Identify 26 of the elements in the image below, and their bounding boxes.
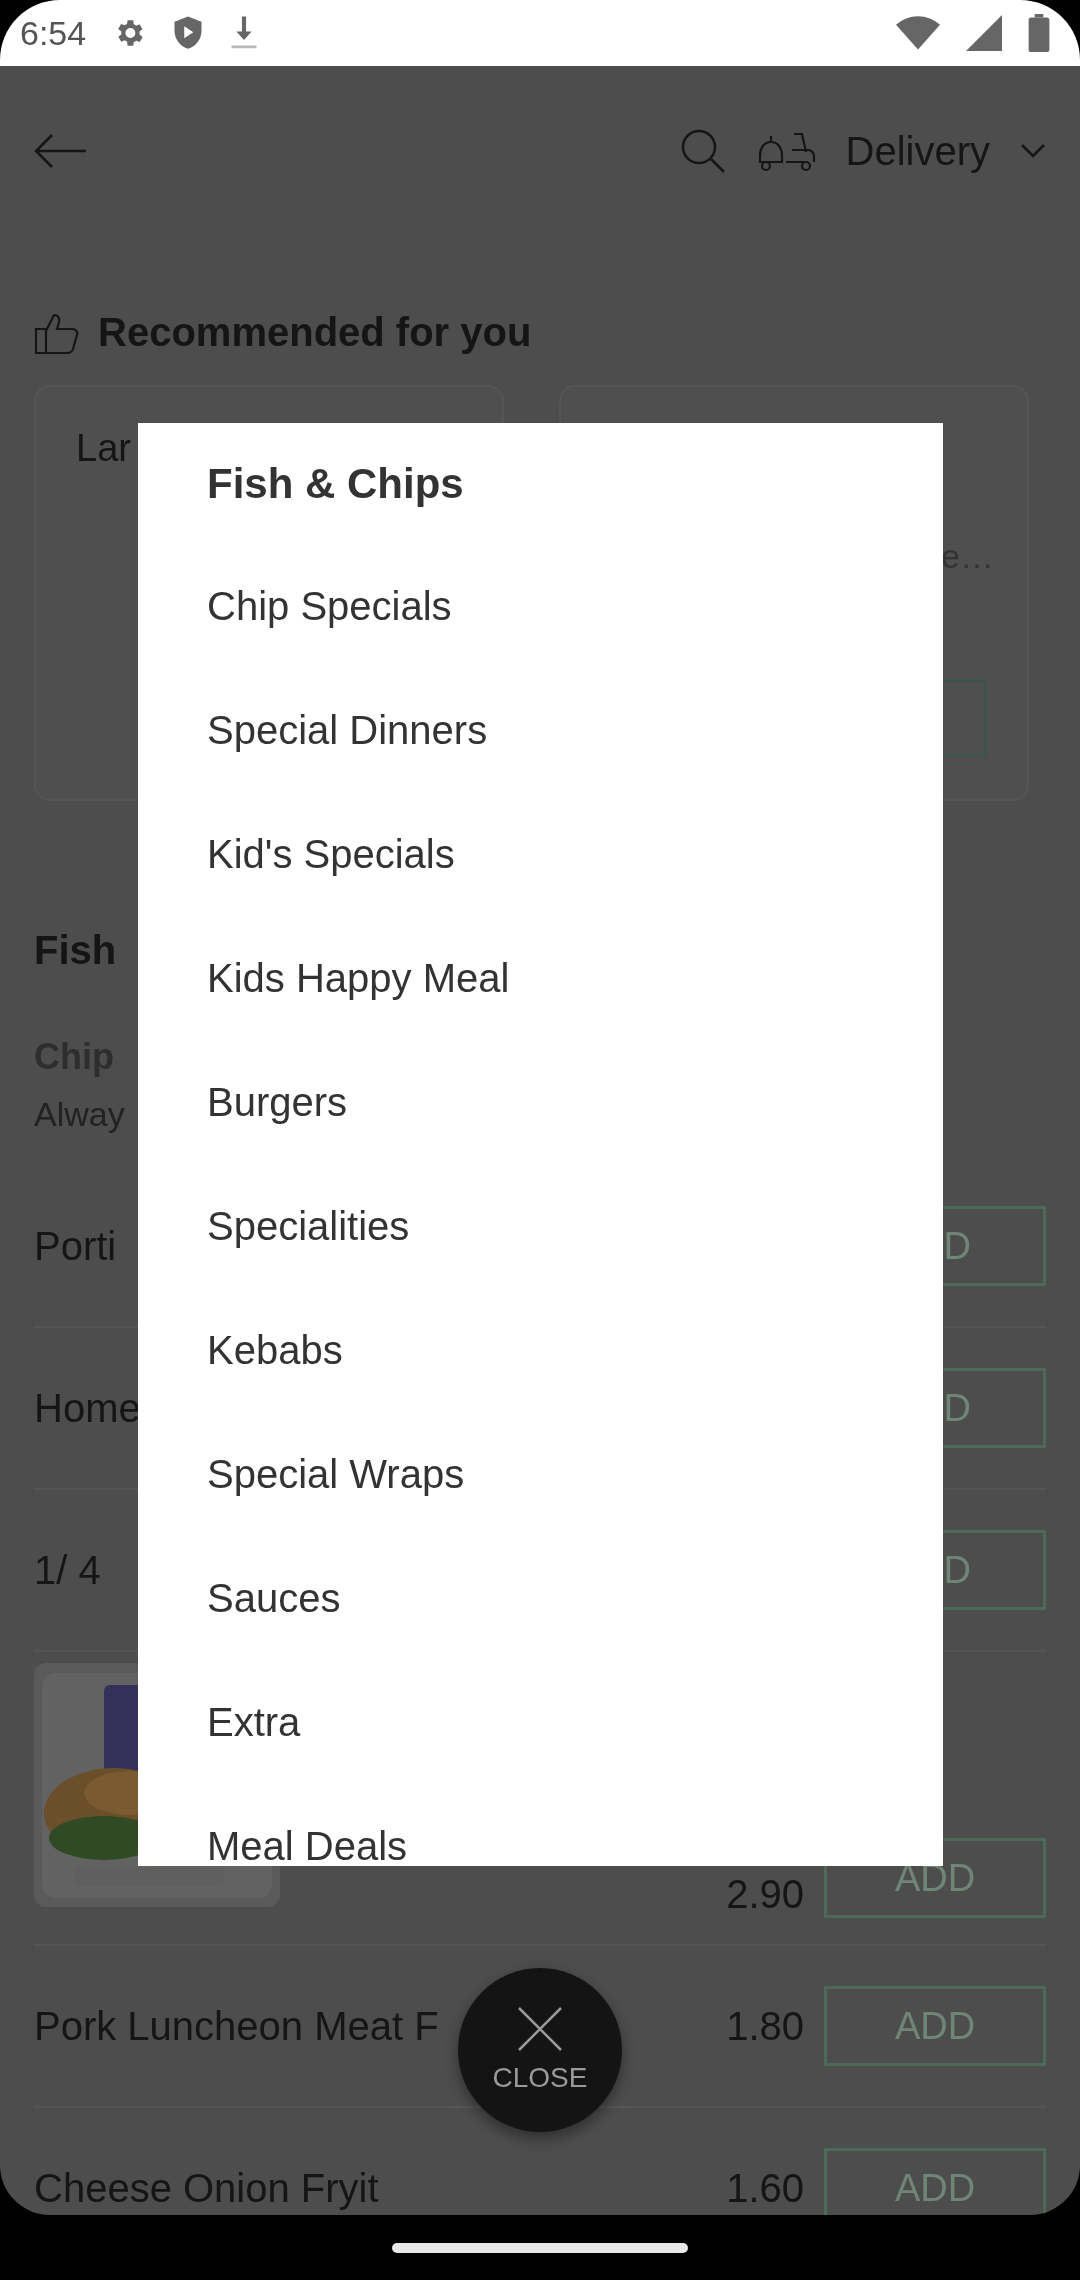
- battery-icon: [1028, 14, 1050, 52]
- category-item[interactable]: Kebabs: [207, 1331, 943, 1369]
- shield-play-icon: [172, 15, 205, 51]
- close-icon: [517, 2006, 563, 2052]
- download-icon: [230, 15, 259, 51]
- item-price: 2.90: [726, 1874, 804, 1914]
- item-price: 1.80: [726, 2003, 804, 2049]
- item-name: Pork Luncheon Meat F: [34, 2003, 439, 2049]
- chevron-down-icon[interactable]: [1020, 143, 1046, 159]
- section-title: Recommended for you: [98, 310, 532, 355]
- category-title: Fish: [34, 928, 117, 973]
- item-name: Porti: [34, 1223, 117, 1269]
- product-name: Lar: [76, 427, 131, 470]
- item-price: 1.60: [726, 2165, 804, 2211]
- wifi-icon: [896, 16, 940, 50]
- signal-icon: [966, 15, 1002, 51]
- category-item[interactable]: Extra: [207, 1703, 943, 1741]
- item-name: Home: [34, 1385, 141, 1431]
- dialog-title: Fish & Chips: [207, 459, 465, 509]
- category-item[interactable]: Sauces: [207, 1579, 943, 1617]
- status-time: 6:54: [20, 13, 87, 53]
- home-indicator[interactable]: [392, 2242, 688, 2253]
- back-arrow-icon[interactable]: [34, 133, 88, 169]
- search-icon[interactable]: [679, 128, 726, 174]
- item-name: 1/ 4: [34, 1547, 101, 1593]
- item-name: Cheese Onion Fryit: [34, 2165, 379, 2211]
